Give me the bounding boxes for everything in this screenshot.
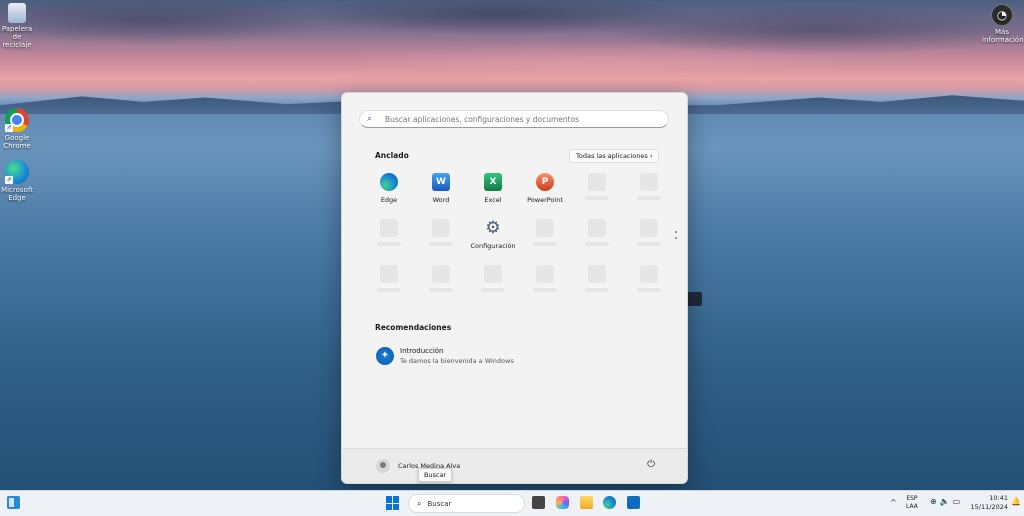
search-tooltip: Buscar bbox=[418, 468, 453, 482]
file-explorer-icon[interactable] bbox=[580, 496, 593, 509]
placeholder-icon bbox=[640, 173, 658, 191]
pinned-page-indicator[interactable] bbox=[675, 231, 678, 243]
powerpoint-icon: P bbox=[536, 173, 554, 191]
desktop-icon-recycle-bin[interactable]: Papelera de reciclaje bbox=[0, 3, 34, 49]
all-apps-button[interactable]: Todas las aplicaciones › bbox=[569, 149, 660, 163]
app-label: PowerPoint bbox=[527, 196, 563, 204]
keyboard-layout: LAA bbox=[906, 503, 918, 510]
store-icon[interactable] bbox=[627, 496, 640, 509]
pinned-app-placeholder bbox=[624, 265, 674, 292]
search-icon: ⌕ bbox=[367, 114, 373, 124]
placeholder-icon bbox=[432, 265, 450, 283]
pinned-app-placeholder bbox=[416, 219, 466, 246]
placeholder-icon bbox=[536, 219, 554, 237]
recommended-title: Recomendaciones bbox=[375, 323, 452, 332]
start-button[interactable] bbox=[386, 496, 400, 510]
start-menu-footer: Carlos Medina Alva ⏻ bbox=[342, 448, 687, 483]
placeholder-icon bbox=[588, 173, 606, 191]
edge-icon: ↗ bbox=[5, 160, 29, 184]
recommended-item-subtitle: Te damos la bienvenida a Windows bbox=[400, 357, 514, 365]
pinned-app-placeholder bbox=[624, 173, 674, 200]
pinned-app-placeholder bbox=[520, 265, 570, 292]
recommended-item-title: Introducción bbox=[400, 347, 444, 355]
desktop-icon-edge[interactable]: ↗ Microsoft Edge bbox=[0, 160, 34, 202]
edge-icon[interactable] bbox=[603, 496, 616, 509]
search-icon: ⌕ bbox=[417, 498, 422, 508]
pinned-app-word[interactable]: W Word bbox=[416, 173, 466, 204]
language-code: ESP bbox=[906, 495, 918, 502]
placeholder-icon bbox=[640, 265, 658, 283]
placeholder-icon bbox=[380, 219, 398, 237]
pinned-app-placeholder bbox=[416, 265, 466, 292]
task-view-icon[interactable] bbox=[532, 496, 545, 509]
system-tray-icons[interactable]: ⊕🔈▭ bbox=[930, 497, 963, 506]
app-label: Edge bbox=[380, 196, 398, 204]
chevron-right-icon: › bbox=[649, 152, 653, 160]
pinned-app-excel[interactable]: X Excel bbox=[468, 173, 518, 204]
excel-icon: X bbox=[484, 173, 502, 191]
desktop-icon-label: Papelera de reciclaje bbox=[1, 25, 33, 49]
pinned-app-placeholder bbox=[364, 219, 414, 246]
start-menu: ⌕ Anclado Todas las aplicaciones › Edge … bbox=[341, 92, 688, 484]
pinned-app-placeholder bbox=[364, 265, 414, 292]
pinned-app-placeholder bbox=[520, 219, 570, 246]
all-apps-label: Todas las aplicaciones bbox=[576, 152, 648, 160]
placeholder-icon bbox=[640, 219, 658, 237]
app-label: Word bbox=[432, 196, 450, 204]
taskbar-search-label: Buscar bbox=[427, 499, 452, 508]
language-indicator[interactable]: ESP LAA bbox=[906, 495, 918, 511]
power-icon[interactable]: ⏻ bbox=[647, 459, 655, 470]
info-icon: ◔ bbox=[991, 4, 1013, 26]
taskbar-search-box[interactable]: ⌕ Buscar bbox=[408, 494, 525, 513]
pinned-app-placeholder bbox=[572, 219, 622, 246]
wallpaper-rock bbox=[686, 292, 702, 306]
app-label: Configuración bbox=[470, 242, 516, 250]
desktop-icon-label: Google Chrome bbox=[3, 134, 31, 150]
recommended-item-intro[interactable]: ✦ Introducción Te damos la bienvenida a … bbox=[376, 347, 514, 365]
pinned-app-powerpoint[interactable]: P PowerPoint bbox=[520, 173, 570, 204]
start-search-input[interactable] bbox=[381, 114, 668, 124]
pinned-app-edge[interactable]: Edge bbox=[364, 173, 414, 204]
battery-icon: ▭ bbox=[952, 497, 964, 506]
network-icon: ⊕ bbox=[930, 497, 940, 506]
shortcut-arrow-icon: ↗ bbox=[5, 124, 13, 132]
edge-icon bbox=[380, 173, 398, 191]
desktop-icon-label: Microsoft Edge bbox=[1, 186, 33, 202]
app-label: Excel bbox=[484, 196, 502, 204]
chrome-icon: ↗ bbox=[5, 108, 29, 132]
shortcut-arrow-icon: ↗ bbox=[5, 176, 13, 184]
recycle-bin-icon bbox=[8, 3, 26, 23]
clock-time: 10:41 bbox=[989, 494, 1008, 502]
pinned-app-placeholder bbox=[468, 265, 518, 292]
desktop-icon-chrome[interactable]: ↗ Google Chrome bbox=[0, 108, 34, 150]
avatar bbox=[376, 459, 390, 473]
placeholder-icon bbox=[380, 265, 398, 283]
placeholder-icon bbox=[484, 265, 502, 283]
word-icon: W bbox=[432, 173, 450, 191]
volume-icon: 🔈 bbox=[939, 497, 953, 506]
pinned-app-placeholder bbox=[572, 265, 622, 292]
pinned-title: Anclado bbox=[375, 151, 409, 160]
desktop-icon-label: Más información... bbox=[982, 28, 1024, 44]
placeholder-icon bbox=[432, 219, 450, 237]
desktop-icon-more-info[interactable]: ◔ Más información... bbox=[982, 4, 1024, 44]
wallpaper-clouds bbox=[0, 0, 1024, 95]
notification-bell-icon[interactable]: 🔔 bbox=[1011, 497, 1021, 506]
placeholder-icon bbox=[536, 265, 554, 283]
placeholder-icon bbox=[588, 219, 606, 237]
taskbar: ⌕ Buscar ^ ESP LAA ⊕🔈▭ 10:41 15/11/2024 … bbox=[0, 490, 1024, 516]
chevron-up-icon[interactable]: ^ bbox=[890, 498, 897, 507]
placeholder-icon bbox=[588, 265, 606, 283]
pinned-app-placeholder bbox=[624, 219, 674, 246]
gear-icon: ⚙ bbox=[485, 218, 501, 238]
widgets-icon[interactable] bbox=[7, 496, 20, 509]
pinned-app-settings[interactable]: ⚙ Configuración bbox=[462, 219, 524, 250]
clock-date: 15/11/2024 bbox=[970, 503, 1008, 511]
pinned-app-placeholder bbox=[572, 173, 622, 200]
copilot-icon[interactable] bbox=[556, 496, 569, 509]
clock[interactable]: 10:41 15/11/2024 bbox=[970, 494, 1008, 512]
start-search-box[interactable]: ⌕ bbox=[359, 110, 669, 128]
get-started-icon: ✦ bbox=[376, 347, 394, 365]
